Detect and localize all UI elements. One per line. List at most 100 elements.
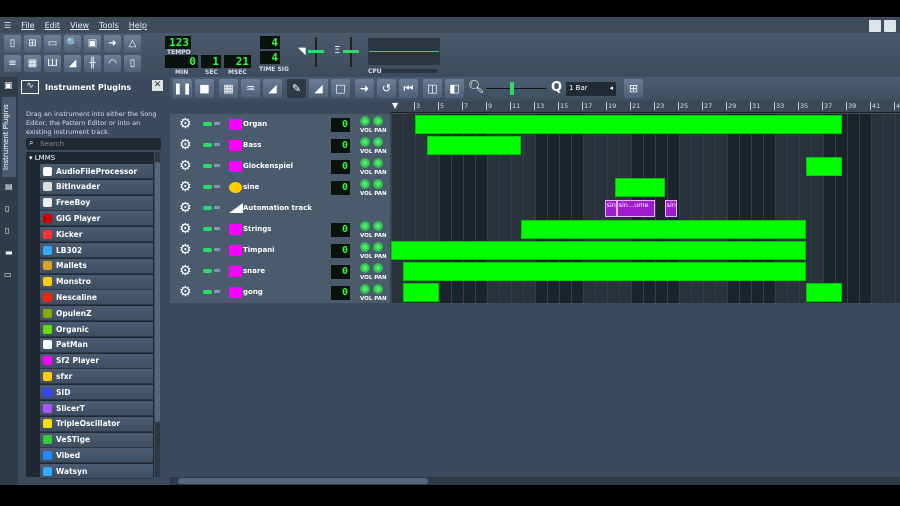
- plugin-item[interactable]: SID: [40, 385, 153, 401]
- track-name[interactable]: snare: [243, 267, 265, 275]
- mute-toggle[interactable]: [203, 269, 212, 273]
- instrument-icon[interactable]: [229, 161, 242, 172]
- add-automation-track-icon[interactable]: ◢: [263, 79, 282, 98]
- track-timeline[interactable]: [391, 114, 900, 135]
- my-samples-icon[interactable]: ▯: [5, 204, 9, 213]
- plugins-tab-icon[interactable]: ▣: [4, 81, 13, 91]
- plugin-item[interactable]: AudioFileProcessor: [40, 164, 153, 179]
- mute-toggle[interactable]: [203, 143, 212, 147]
- instrument-icon[interactable]: [229, 224, 242, 235]
- instrument-icon[interactable]: [229, 182, 242, 193]
- quantize-select[interactable]: 1 Bar ◂: [566, 82, 616, 96]
- volume-knob[interactable]: [360, 263, 370, 273]
- track-name[interactable]: Organ: [243, 120, 267, 128]
- gear-icon[interactable]: ⚙: [179, 201, 192, 215]
- volume-knob[interactable]: [360, 242, 370, 252]
- menu-edit[interactable]: Edit: [45, 21, 61, 30]
- insert-bar-icon[interactable]: ◫: [423, 79, 442, 98]
- pan-knob[interactable]: [373, 221, 383, 231]
- solo-toggle[interactable]: [214, 143, 220, 146]
- pitch-display[interactable]: 0: [331, 118, 350, 132]
- pan-knob[interactable]: [373, 179, 383, 189]
- instrument-icon[interactable]: [229, 140, 242, 151]
- track-timeline[interactable]: [391, 282, 900, 303]
- volume-knob[interactable]: [360, 284, 370, 294]
- plugin-item[interactable]: Kicker: [40, 227, 153, 243]
- gear-icon[interactable]: ⚙: [179, 264, 192, 278]
- tab-instrument-plugins[interactable]: Instrument Plugins: [2, 97, 16, 177]
- instrument-icon[interactable]: [229, 266, 242, 277]
- plugin-item[interactable]: Monstro: [40, 274, 153, 290]
- gear-icon[interactable]: ⚙: [179, 243, 192, 257]
- pitch-display[interactable]: 0: [331, 286, 350, 300]
- timesig-numerator[interactable]: 4: [260, 36, 280, 49]
- my-presets-icon[interactable]: ▯: [5, 226, 9, 235]
- knife-mode-icon[interactable]: ◢: [309, 79, 328, 98]
- volume-knob[interactable]: [360, 158, 370, 168]
- solo-toggle[interactable]: [214, 122, 220, 125]
- pitch-display[interactable]: 0: [331, 223, 350, 237]
- plugin-item[interactable]: VeSTige: [40, 432, 153, 448]
- add-pattern-track-icon[interactable]: ▦: [219, 79, 238, 98]
- plugin-item[interactable]: Vibed: [40, 448, 153, 464]
- oscilloscope[interactable]: [368, 38, 440, 65]
- search-input[interactable]: ⌕ Search: [26, 138, 161, 150]
- tree-group-lmms[interactable]: ▾ LMMS: [29, 154, 55, 162]
- recent-projects-icon[interactable]: 🔍: [64, 35, 81, 52]
- pan-knob[interactable]: [373, 137, 383, 147]
- track-name[interactable]: Glockenspiel: [243, 162, 293, 170]
- plugin-item[interactable]: Watsyn: [40, 464, 153, 480]
- automation-clip[interactable]: sin: [664, 200, 677, 217]
- instrument-icon[interactable]: [229, 287, 242, 298]
- pitch-display[interactable]: 0: [331, 160, 350, 174]
- volume-knob[interactable]: [360, 221, 370, 231]
- stop-icon[interactable]: ■: [195, 79, 214, 98]
- app-menu-icon[interactable]: ☰: [4, 21, 11, 30]
- volume-knob[interactable]: [360, 137, 370, 147]
- menu-view[interactable]: View: [70, 21, 89, 30]
- pattern-clip[interactable]: [615, 178, 665, 197]
- pattern-clip[interactable]: [403, 283, 439, 302]
- solo-toggle[interactable]: [214, 227, 220, 230]
- mute-toggle[interactable]: [203, 206, 212, 210]
- mute-toggle[interactable]: [203, 227, 212, 231]
- plugin-item[interactable]: OpulenZ: [40, 306, 153, 322]
- track-timeline[interactable]: [391, 240, 900, 261]
- instrument-icon[interactable]: [229, 119, 242, 130]
- gear-icon[interactable]: ⚙: [179, 222, 192, 236]
- close-window-button[interactable]: [884, 20, 896, 32]
- master-volume-slider[interactable]: [308, 37, 324, 67]
- restore-button[interactable]: [869, 20, 881, 32]
- automation-clip[interactable]: sin: [604, 200, 617, 217]
- plugin-item[interactable]: SlicerT: [40, 401, 153, 416]
- close-panel-button[interactable]: ✕: [152, 80, 163, 91]
- project-notes-icon[interactable]: ▯: [124, 55, 141, 72]
- save-icon[interactable]: ▣: [84, 35, 101, 52]
- solo-toggle[interactable]: [214, 164, 220, 167]
- gear-icon[interactable]: ⚙: [179, 180, 192, 194]
- track-name[interactable]: gong: [243, 288, 263, 296]
- pattern-clip[interactable]: [806, 283, 843, 302]
- gear-icon[interactable]: ⚙: [179, 159, 192, 173]
- timeline-ruler[interactable]: ▼ 35791113151719212325272931333537394143: [390, 101, 900, 113]
- plugin-item[interactable]: PatMan: [40, 337, 153, 353]
- solo-toggle[interactable]: [214, 290, 220, 293]
- track-name[interactable]: Strings: [243, 225, 271, 233]
- mute-toggle[interactable]: [203, 290, 212, 294]
- track-timeline[interactable]: [391, 135, 900, 156]
- menu-help[interactable]: Help: [129, 21, 147, 30]
- controller-rack-icon[interactable]: ◠: [104, 55, 121, 72]
- track-name[interactable]: Automation track: [243, 204, 312, 212]
- playhead-icon[interactable]: ▼: [392, 101, 398, 110]
- plugin-item[interactable]: TripleOscillator: [40, 416, 153, 432]
- proportional-snap-icon[interactable]: ⊞: [624, 79, 643, 98]
- piano-roll-icon[interactable]: Ш: [44, 55, 61, 72]
- pattern-clip[interactable]: [403, 262, 807, 281]
- pattern-clip[interactable]: [520, 220, 807, 239]
- track-name[interactable]: Bass: [243, 141, 261, 149]
- new-from-template-icon[interactable]: ⊞: [24, 35, 41, 52]
- my-projects-icon[interactable]: ▤: [5, 182, 13, 191]
- mixer-icon[interactable]: ╫: [84, 55, 101, 72]
- mute-toggle[interactable]: [203, 164, 212, 168]
- pitch-display[interactable]: 0: [331, 181, 350, 195]
